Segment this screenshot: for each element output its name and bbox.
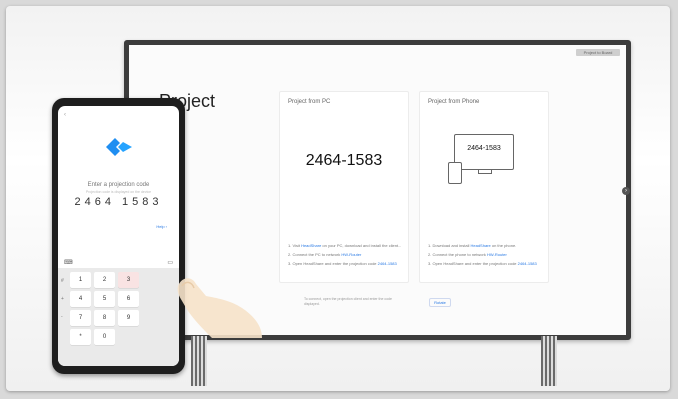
board-top-button[interactable]: Project to Board — [576, 49, 620, 56]
key-6[interactable]: 6 — [118, 291, 139, 307]
pc-step-2: 2. Connect the PC to network HW-Router — [288, 252, 362, 257]
number-keypad: 1 2 3 4 5 6 7 8 9 * 0 — [58, 268, 179, 366]
key-2[interactable]: 2 — [94, 272, 115, 288]
phone-step-2: 2. Connect the phone to network HW-Route… — [428, 252, 507, 257]
monitor-stand — [478, 169, 492, 174]
pc-projection-code: 2464-1583 — [305, 152, 383, 169]
pc-step-1-link[interactable]: HeadShare — [301, 243, 321, 248]
key-9[interactable]: 9 — [118, 310, 139, 326]
pc-panel-title: Project from PC — [288, 99, 331, 105]
key-4[interactable]: 4 — [70, 291, 91, 307]
key-3[interactable]: 3 — [118, 272, 139, 288]
phone-step-1-link[interactable]: HeadShare — [470, 243, 490, 248]
phone-step-3-link[interactable]: 2464-1583 — [518, 261, 537, 266]
collapse-keyboard-icon[interactable]: ▭ — [167, 259, 173, 266]
phone-screen: ‹ Enter a projection code Projection cod… — [58, 106, 179, 366]
hand-illustration — [177, 278, 262, 338]
keyboard-icon[interactable]: ⌨ — [64, 259, 73, 266]
key-8[interactable]: 8 — [94, 310, 115, 326]
keypad-row: 7 8 9 — [70, 310, 175, 326]
side-key-minus[interactable]: - — [61, 308, 64, 326]
phone-panel-title: Project from Phone — [428, 99, 480, 105]
phone-step-2-link[interactable]: HW-Router — [487, 252, 507, 257]
side-key-hash[interactable]: # — [61, 272, 64, 290]
bottom-button[interactable]: Rotate — [429, 298, 451, 307]
bottom-hint: To connect, open the projection client a… — [304, 297, 392, 306]
app-logo-icon — [106, 138, 132, 156]
board-leg-left — [191, 336, 207, 386]
phone-step-3: 3. Open HeadShare and enter the projecti… — [428, 261, 537, 266]
pc-step-3: 3. Open HeadShare and enter the projecti… — [288, 261, 397, 266]
help-link[interactable]: Help › — [156, 224, 167, 229]
key-7[interactable]: 7 — [70, 310, 91, 326]
keypad-side-keys: # + - — [61, 272, 64, 326]
pc-panel: Project from PC 2464-1583 1. Visit HeadS… — [279, 91, 409, 283]
key-1[interactable]: 1 — [70, 272, 91, 288]
phone-panel: Project from Phone 2464-1583 1. Download… — [419, 91, 549, 283]
back-icon[interactable]: ‹ — [64, 112, 66, 118]
board-leg-right — [541, 336, 557, 386]
code-prompt: Enter a projection code — [87, 182, 150, 188]
keypad-row: 4 5 6 — [70, 291, 175, 307]
key-5[interactable]: 5 — [94, 291, 115, 307]
pc-step-3-link[interactable]: 2464-1583 — [378, 261, 397, 266]
key-0[interactable]: 0 — [94, 329, 115, 345]
side-menu-dot-icon[interactable]: › — [622, 187, 630, 195]
mini-phone-illustration — [448, 162, 462, 184]
pc-step-2-link[interactable]: HW-Router — [341, 252, 361, 257]
pc-step-1: 1. Visit HeadShare on your PC, download … — [288, 243, 402, 248]
code-input[interactable]: 2464 1583 — [58, 196, 179, 208]
monitor-illustration: 2464-1583 — [454, 134, 514, 170]
smartphone: ‹ Enter a projection code Projection cod… — [52, 98, 185, 374]
key-star[interactable]: * — [70, 329, 91, 345]
keyboard-toolbar: ⌨ ▭ — [58, 258, 179, 268]
phone-step-1: 1. Download and install HeadShare on the… — [428, 243, 517, 248]
keypad-row: 1 2 3 — [70, 272, 175, 288]
pc-steps: 1. Visit HeadShare on your PC, download … — [288, 243, 402, 270]
phone-steps: 1. Download and install HeadShare on the… — [428, 243, 542, 270]
keypad-row: * 0 — [70, 329, 175, 345]
side-key-plus[interactable]: + — [61, 290, 64, 308]
code-subprompt: Projection code is displayed on the devi… — [85, 190, 152, 194]
monitor-code: 2464-1583 — [467, 145, 501, 152]
photo-frame: Project to Board Project Project from PC… — [6, 6, 670, 391]
